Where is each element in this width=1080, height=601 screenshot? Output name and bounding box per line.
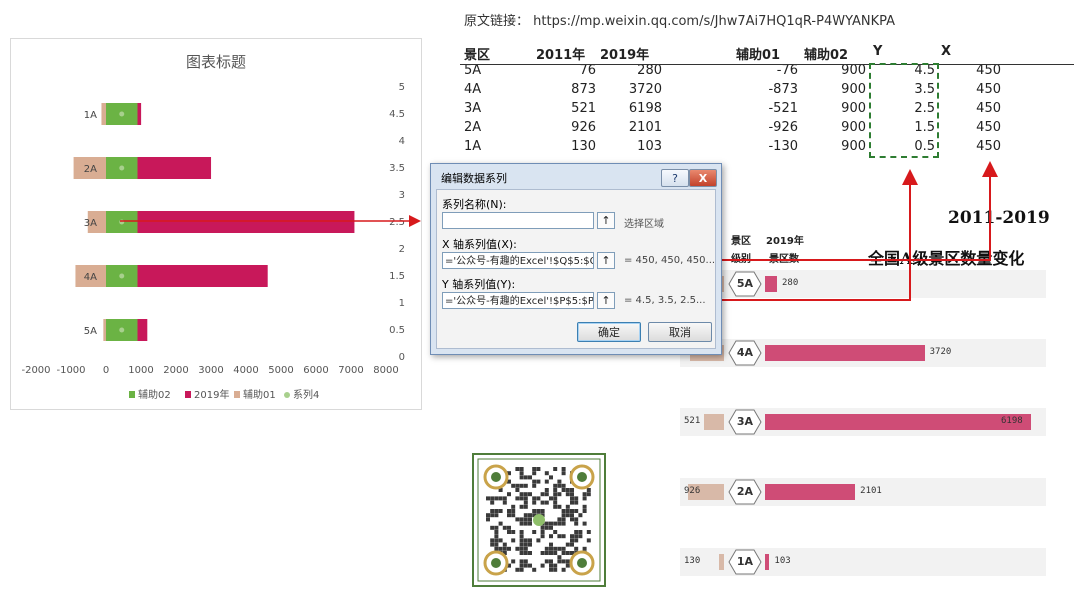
- x-values-label: X 轴系列值(X):: [442, 238, 517, 251]
- x-values-input[interactable]: ='公众号-有趣的Excel'!$Q$5:$Q: [442, 252, 594, 269]
- select-range-text: 选择区域: [624, 219, 664, 230]
- collapse-x-button[interactable]: ↑: [597, 252, 615, 269]
- ok-button[interactable]: 确定: [577, 322, 641, 342]
- edit-series-dialog[interactable]: 编辑数据系列 ? X 系列名称(N): ↑ 选择区域 X 轴系列值(X): ='…: [430, 163, 722, 355]
- close-button[interactable]: X: [689, 169, 717, 187]
- dialog-title: 编辑数据系列: [441, 172, 507, 185]
- collapse-y-button[interactable]: ↑: [597, 292, 615, 309]
- y-values-input[interactable]: ='公众号-有趣的Excel'!$P$5:$P: [442, 292, 594, 309]
- series-name-input[interactable]: [442, 212, 594, 229]
- series-name-label: 系列名称(N):: [442, 198, 507, 211]
- collapse-name-button[interactable]: ↑: [597, 212, 615, 229]
- y-values-label: Y 轴系列值(Y):: [442, 278, 516, 291]
- dialog-body: 系列名称(N): ↑ 选择区域 X 轴系列值(X): ='公众号-有趣的Exce…: [436, 189, 716, 349]
- y-values-preview: = 4.5, 3.5, 2.5...: [624, 295, 706, 306]
- x-values-preview: = 450, 450, 450...: [624, 255, 716, 266]
- help-button[interactable]: ?: [661, 169, 689, 187]
- cancel-button[interactable]: 取消: [648, 322, 712, 342]
